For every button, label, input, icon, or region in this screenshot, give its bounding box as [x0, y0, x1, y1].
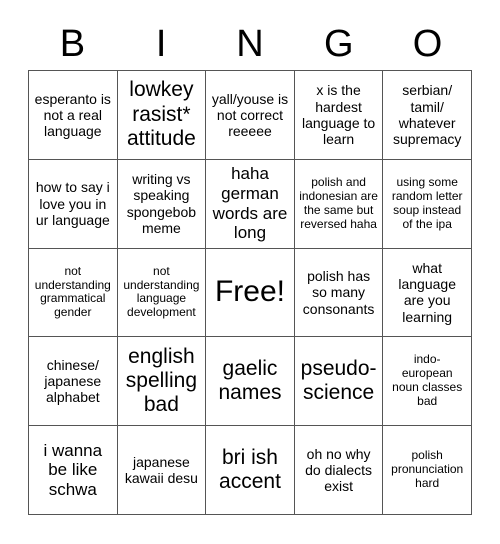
bingo-cell-label: writing vs speaking spongebob meme — [126, 171, 197, 236]
bingo-cell-label: oh no why do dialects exist — [305, 445, 373, 495]
bingo-cell-label: polish has so many consonants — [302, 268, 375, 317]
bingo-cell-label: polish pronunciation hard — [391, 448, 464, 491]
bingo-cell-r2-c3[interactable]: haha german words are long — [206, 159, 295, 249]
bingo-cell-r4-c3[interactable]: gaelic names — [206, 337, 295, 427]
bingo-cell-r3-c4[interactable]: polish has so many consonants — [294, 248, 384, 338]
bingo-cell-label: indo- european noun classes bad — [392, 352, 463, 409]
bingo-cell-r3-c3[interactable]: Free! — [206, 248, 295, 338]
bingo-cell-label: serbian/ tamil/ whatever supremacy — [392, 82, 462, 148]
bingo-cell-label: how to say i love you in ur language — [35, 179, 110, 228]
bingo-header-letter-i: I — [155, 23, 167, 65]
bingo-cell-label: japanese kawaii desu — [124, 453, 198, 487]
bingo-cell-r5-c2[interactable]: japanese kawaii desu — [117, 426, 207, 515]
bingo-cell-label: using some random letter soup instead of… — [391, 174, 463, 231]
bingo-cell-r5-c3[interactable]: bri ish accent — [206, 426, 295, 515]
bingo-cell-label: gaelic names — [218, 356, 282, 405]
bingo-cell-label: i wanna be like schwa — [43, 440, 103, 499]
bingo-card: B I N G O esperanto is not a real language lo… — [0, 0, 500, 544]
bingo-cell-r4-c5[interactable]: indo- european noun classes bad — [383, 337, 472, 427]
bingo-cell-r3-c1[interactable]: not understanding grammatical gender — [29, 248, 118, 338]
bingo-grid: esperanto is not a real language lowkey r… — [28, 70, 472, 515]
bingo-header-letter-o: O — [412, 23, 443, 65]
bingo-cell-label: not understanding grammatical gender — [34, 263, 111, 320]
bingo-cell-r2-c2[interactable]: writing vs speaking spongebob meme — [117, 159, 207, 249]
bingo-cell-label: haha german words are long — [212, 164, 288, 243]
bingo-header-letter-b: B — [59, 23, 86, 65]
bingo-cell-label: what language are you learning — [398, 260, 456, 325]
bingo-cell-r4-c1[interactable]: chinese/ japanese alphabet — [29, 337, 118, 427]
bingo-cell-label: chinese/ japanese alphabet — [44, 356, 102, 406]
bingo-cell-label: Free! — [214, 275, 285, 309]
bingo-cell-r1-c1[interactable]: esperanto is not a real language — [29, 71, 118, 160]
bingo-cell-r1-c4[interactable]: x is the hardest language to learn — [294, 71, 384, 160]
bingo-cell-label: polish and indonesian are the same but r… — [299, 174, 378, 231]
bingo-cell-label: lowkey rasist* attitude — [126, 78, 196, 151]
bingo-cell-r3-c2[interactable]: not understanding language development — [117, 248, 207, 338]
bingo-cell-r2-c5[interactable]: using some random letter soup instead of… — [383, 159, 472, 249]
bingo-cell-label: yall/youse is not correct reeeee — [211, 90, 289, 140]
bingo-cell-r5-c1[interactable]: i wanna be like schwa — [29, 426, 118, 515]
bingo-cell-r3-c5[interactable]: what language are you learning — [383, 248, 472, 338]
bingo-header-letter-g: G — [324, 23, 354, 65]
bingo-cell-r5-c5[interactable]: polish pronunciation hard — [383, 426, 472, 515]
bingo-cell-r2-c1[interactable]: how to say i love you in ur language — [29, 159, 118, 249]
bingo-cell-label: x is the hardest language to learn — [302, 82, 376, 148]
bingo-cell-label: english spelling bad — [125, 344, 197, 417]
bingo-header: BINGO — [28, 18, 472, 70]
bingo-cell-r4-c4[interactable]: pseudo- science — [294, 337, 384, 427]
bingo-cell-label: not understanding language development — [123, 263, 200, 320]
bingo-cell-r2-c4[interactable]: polish and indonesian are the same but r… — [294, 159, 384, 249]
bingo-cell-r1-c2[interactable]: lowkey rasist* attitude — [117, 71, 207, 160]
bingo-cell-r1-c5[interactable]: serbian/ tamil/ whatever supremacy — [383, 71, 472, 160]
bingo-cell-r4-c2[interactable]: english spelling bad — [117, 337, 207, 427]
bingo-cell-label: esperanto is not a real language — [34, 90, 111, 140]
bingo-header-letter-n: N — [236, 23, 264, 65]
bingo-cell-label: bri ish accent — [219, 445, 281, 494]
bingo-cell-r1-c3[interactable]: yall/youse is not correct reeeee — [206, 71, 295, 160]
bingo-cell-r5-c4[interactable]: oh no why do dialects exist — [294, 426, 384, 515]
bingo-cell-label: pseudo- science — [300, 356, 377, 405]
